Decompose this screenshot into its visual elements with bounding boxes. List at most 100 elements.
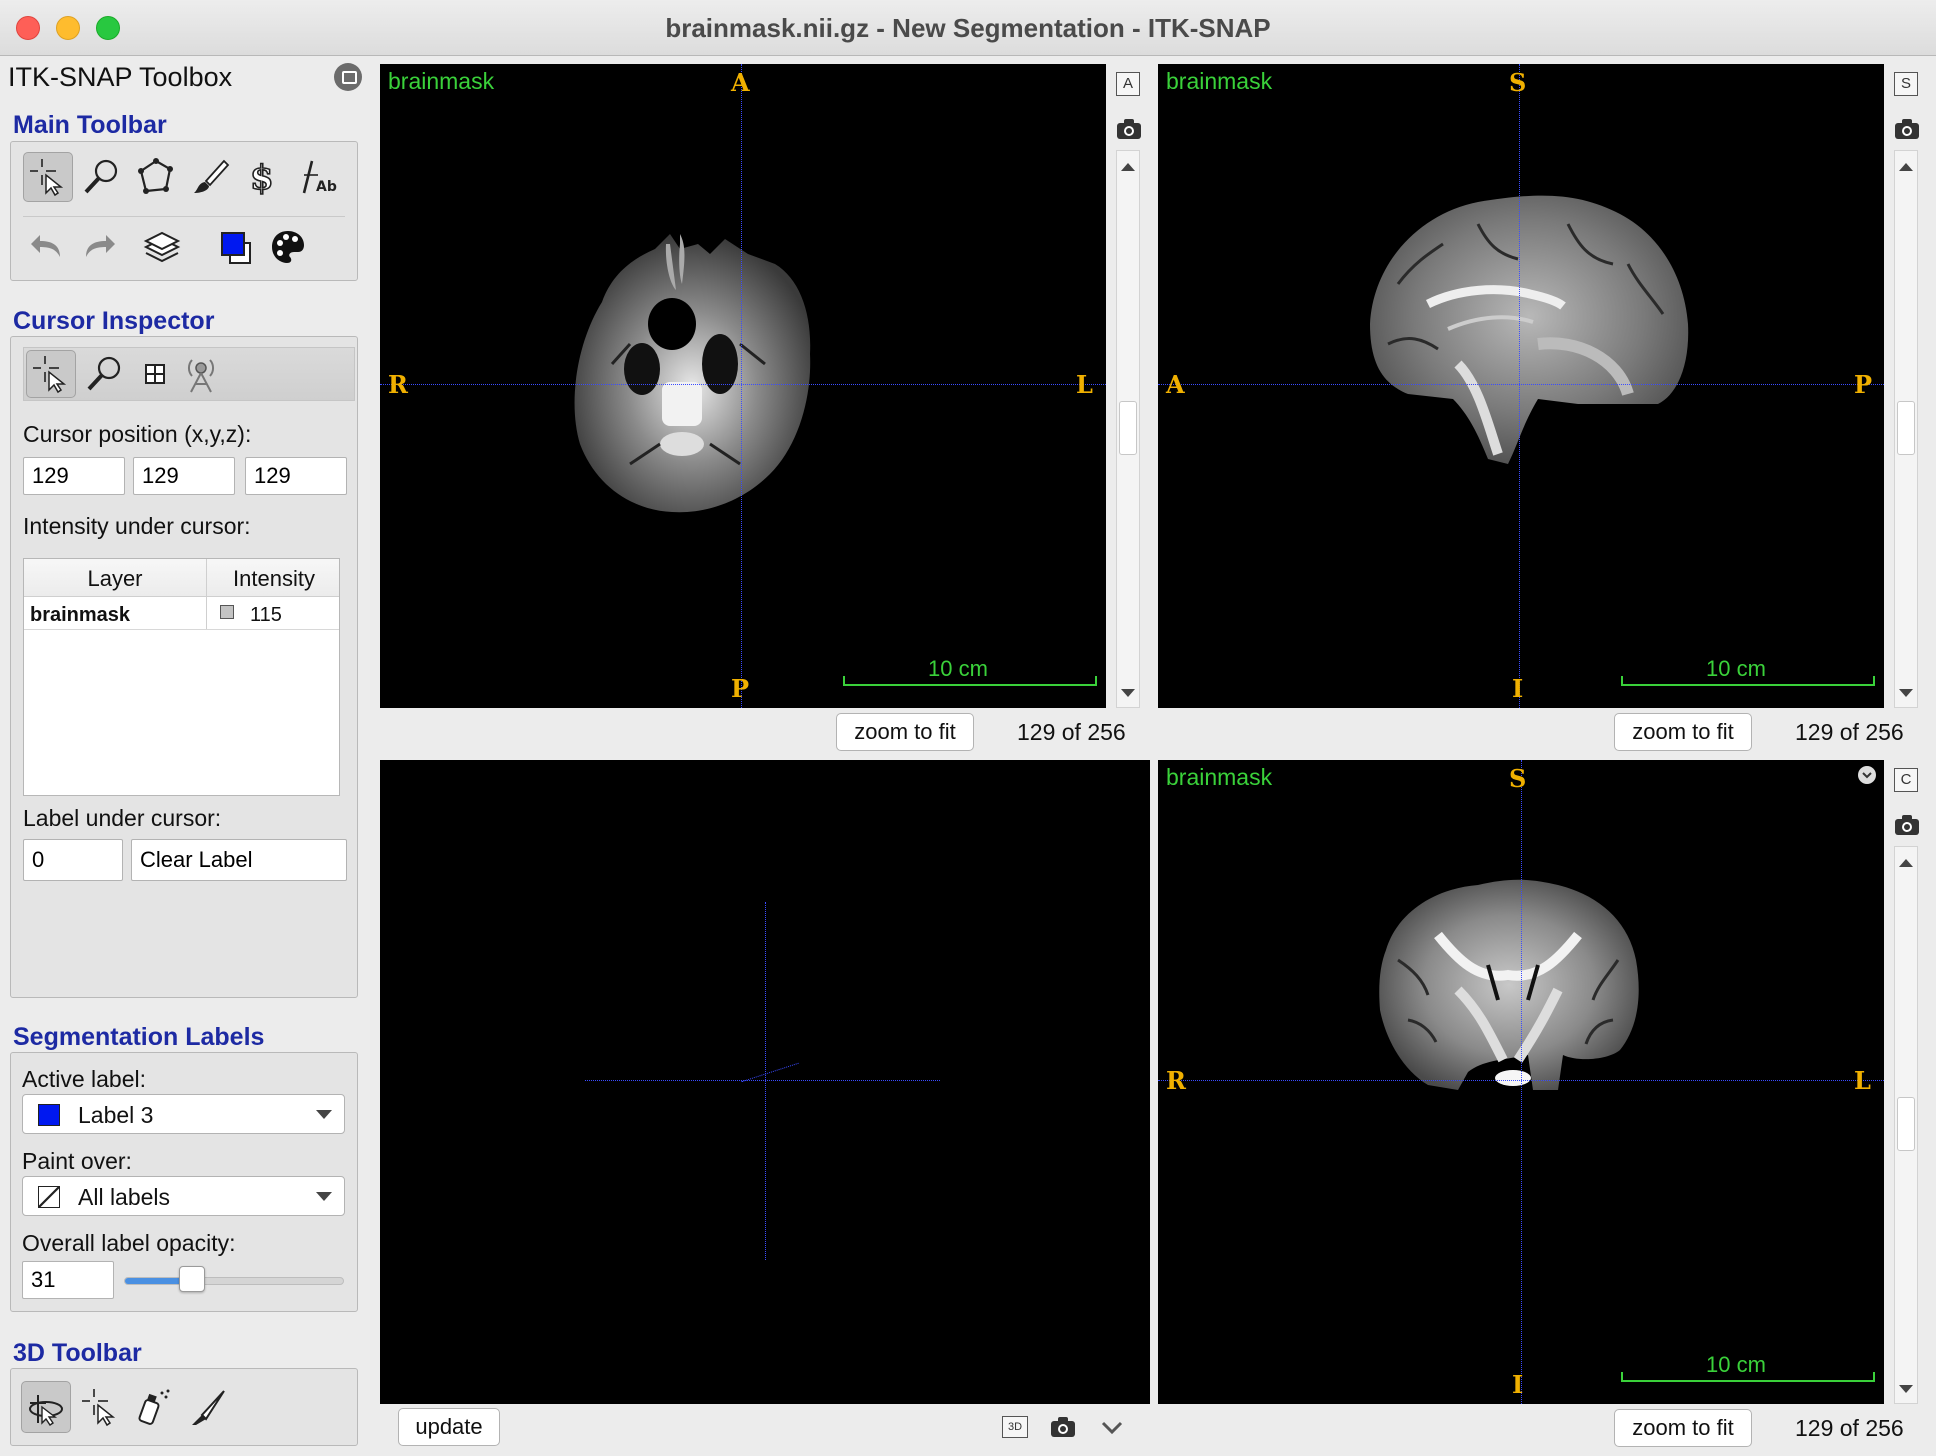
crosshair-vertical — [1521, 760, 1522, 1404]
orientation-right: P — [1854, 370, 1873, 399]
sagittal-brain-image — [1370, 195, 1689, 464]
orientation-left: R — [1166, 1066, 1186, 1095]
sagittal-zoom-to-fit-button[interactable]: zoom to fit — [1614, 713, 1752, 751]
orientation-bottom: I — [1512, 674, 1524, 703]
orientation-right: L — [1076, 370, 1093, 399]
3d-axis-vertical — [765, 902, 766, 1260]
axial-slice-scrollbar[interactable] — [1116, 150, 1140, 708]
cursor-y-field[interactable] — [133, 457, 235, 495]
scalpel-tool-icon[interactable] — [183, 1381, 233, 1433]
svg-text:$: $ — [250, 158, 274, 197]
scroll-down-icon[interactable] — [1121, 689, 1135, 697]
inspector-cursor-tab-icon[interactable] — [26, 350, 76, 398]
main-toolbar-panel: $ Ab — [10, 141, 358, 281]
active-label-dropdown[interactable]: Label 3 — [22, 1094, 345, 1134]
coronal-slice-label: 129 of 256 — [1795, 1415, 1904, 1441]
orientation-bottom: P — [731, 674, 750, 703]
toolbar-divider — [23, 216, 345, 217]
crosshair-vertical — [741, 64, 742, 708]
opacity-field[interactable] — [22, 1261, 114, 1299]
opacity-slider-track[interactable] — [124, 1277, 344, 1285]
redo-icon[interactable] — [73, 222, 123, 272]
coronal-view[interactable]: brainmask S I R L 10 cm — [1158, 760, 1884, 1404]
scroll-up-icon[interactable] — [1121, 163, 1135, 171]
inspector-sync-tab-icon[interactable] — [176, 350, 226, 398]
scroll-down-icon[interactable] — [1899, 689, 1913, 697]
table-row-intensity[interactable]: 115 — [250, 604, 282, 627]
undock-toolbox-icon[interactable] — [334, 63, 362, 91]
scroll-down-icon[interactable] — [1899, 1385, 1913, 1393]
zoom-tool-icon[interactable] — [77, 152, 127, 202]
camera-icon[interactable] — [1116, 118, 1142, 140]
svg-text:Ab: Ab — [316, 179, 337, 195]
window-title: brainmask.nii.gz - New Segmentation - IT… — [665, 13, 1271, 43]
axial-zoom-to-fit-button[interactable]: zoom to fit — [836, 713, 974, 751]
coronal-zoom-to-fit-button[interactable]: zoom to fit — [1614, 1409, 1752, 1447]
table-row-layer[interactable]: brainmask — [30, 604, 130, 627]
orientation-right: L — [1854, 1066, 1871, 1095]
cursor-x-field[interactable] — [23, 457, 125, 495]
row-divider — [24, 629, 339, 630]
update-3d-button[interactable]: update — [398, 1408, 500, 1446]
snake-tool-icon[interactable]: $ — [239, 152, 289, 202]
orientation-top: S — [1509, 764, 1527, 793]
label-name-field[interactable] — [131, 839, 347, 881]
polygon-tool-icon[interactable] — [131, 152, 181, 202]
segmentation-labels-title: Segmentation Labels — [13, 1023, 265, 1051]
scrollbar-thumb[interactable] — [1119, 401, 1137, 455]
active-label-value: Label 3 — [78, 1102, 154, 1128]
active-label-swatch — [38, 1104, 60, 1126]
axial-view-badge-icon[interactable]: A — [1116, 72, 1140, 96]
paint-over-caption: Paint over: — [22, 1148, 132, 1174]
scroll-up-icon[interactable] — [1899, 859, 1913, 867]
camera-icon[interactable] — [1894, 814, 1920, 836]
3d-axis-horizontal — [585, 1080, 940, 1081]
crosshair-3d-tool-icon[interactable] — [75, 1381, 125, 1433]
all-labels-swatch-icon — [38, 1186, 60, 1208]
scale-bar — [1621, 1372, 1875, 1382]
chevron-down-icon[interactable] — [1100, 1420, 1124, 1436]
crosshair-horizontal — [380, 384, 1106, 385]
sagittal-view[interactable]: brainmask S I A P 10 cm — [1158, 64, 1884, 708]
cursor-position-label: Cursor position (x,y,z): — [23, 421, 252, 447]
camera-icon[interactable] — [1050, 1416, 1076, 1438]
view-menu-icon[interactable] — [1858, 766, 1876, 784]
cursor-z-field[interactable] — [245, 457, 347, 495]
layer-name-label: brainmask — [388, 68, 495, 94]
rotate-3d-tool-icon[interactable] — [21, 1381, 71, 1433]
3d-view-badge-icon[interactable]: 3D — [1002, 1416, 1028, 1438]
annotation-tool-icon[interactable]: Ab — [293, 152, 343, 202]
paint-over-dropdown[interactable]: All labels — [22, 1176, 345, 1216]
orientation-left: R — [388, 370, 408, 399]
inspector-zoom-tab-icon[interactable] — [80, 350, 130, 398]
camera-icon[interactable] — [1894, 118, 1920, 140]
scale-bar — [843, 676, 1097, 686]
sagittal-slice-scrollbar[interactable] — [1894, 150, 1918, 708]
main-toolbar-title: Main Toolbar — [13, 111, 167, 139]
3d-view[interactable] — [380, 760, 1150, 1404]
label-color-icon[interactable] — [211, 222, 261, 272]
layers-icon[interactable] — [137, 222, 187, 272]
opacity-caption: Overall label opacity: — [22, 1230, 236, 1256]
layer-name-label: brainmask — [1166, 68, 1273, 94]
axial-view[interactable]: brainmask A P R L 10 cm — [380, 64, 1106, 708]
crosshair-horizontal — [1158, 1080, 1884, 1081]
undo-icon[interactable] — [23, 222, 73, 272]
coronal-view-badge-icon[interactable]: C — [1894, 768, 1918, 792]
inspector-layout-tab-icon[interactable] — [130, 350, 180, 398]
color-palette-icon[interactable] — [263, 222, 313, 272]
paintbrush-tool-icon[interactable] — [185, 152, 235, 202]
layer-column-header[interactable]: Layer — [24, 566, 206, 592]
label-value-field[interactable] — [23, 839, 123, 881]
intensity-column-header[interactable]: Intensity — [207, 566, 341, 592]
scrollbar-thumb[interactable] — [1897, 401, 1915, 455]
scroll-up-icon[interactable] — [1899, 163, 1913, 171]
title-bar: brainmask.nii.gz - New Segmentation - IT… — [0, 0, 1936, 56]
crosshair-tool-icon[interactable] — [23, 152, 73, 202]
opacity-slider-thumb[interactable] — [179, 1266, 206, 1292]
coronal-slice-scrollbar[interactable] — [1894, 846, 1918, 1404]
crosshair-horizontal — [1158, 384, 1884, 385]
sagittal-view-badge-icon[interactable]: S — [1894, 72, 1918, 96]
spray-tool-icon[interactable] — [129, 1381, 179, 1433]
scrollbar-thumb[interactable] — [1897, 1097, 1915, 1151]
